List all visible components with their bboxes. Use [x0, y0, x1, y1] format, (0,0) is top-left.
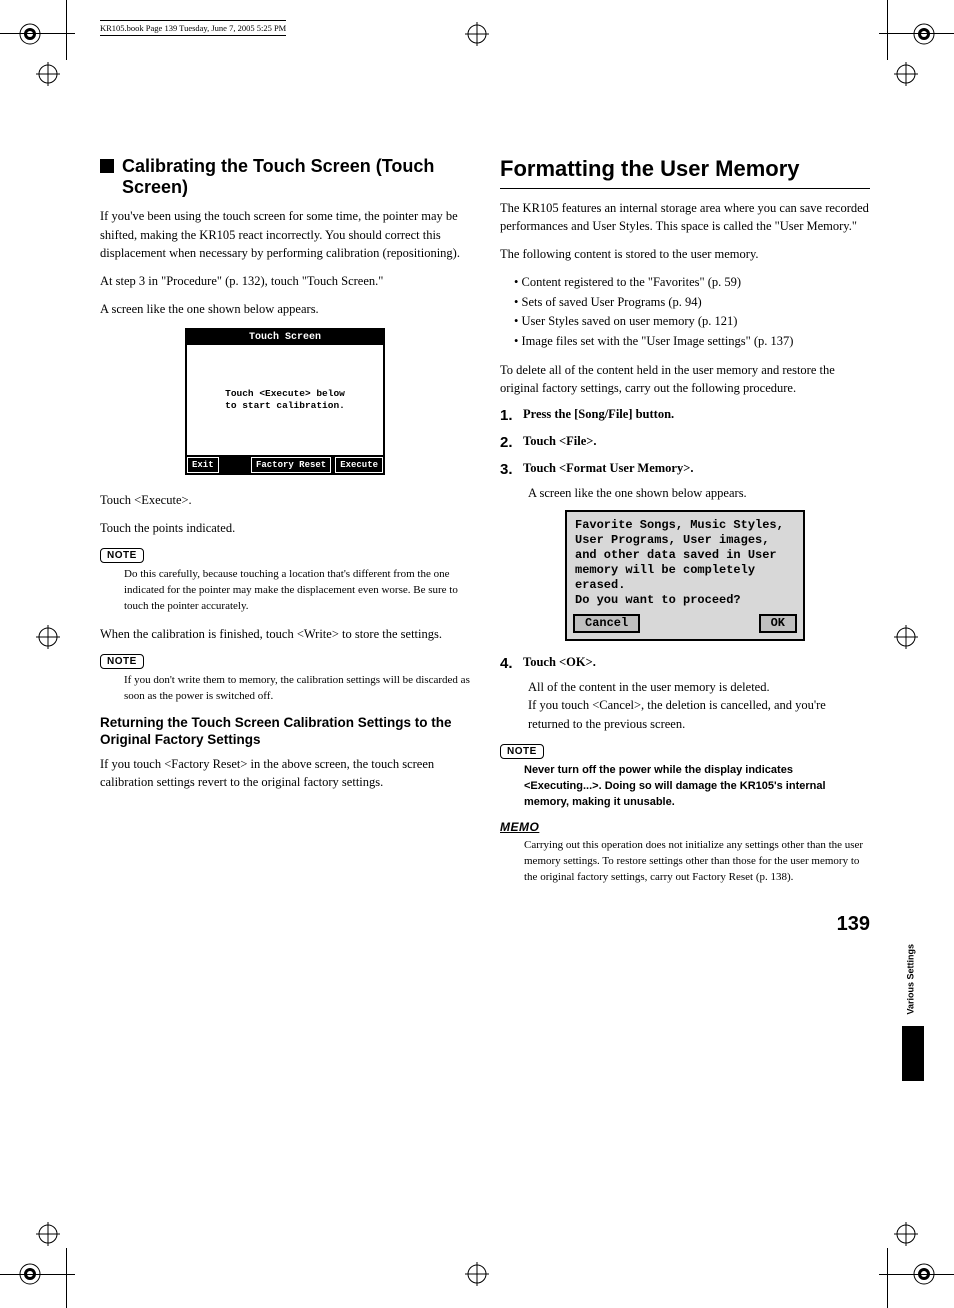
screen-body: Touch <Execute> below to start calibrati… — [187, 345, 383, 455]
paragraph: Touch <Execute>. — [100, 491, 470, 509]
paragraph: To delete all of the content held in the… — [500, 361, 870, 397]
regmark-icon — [912, 22, 936, 46]
memo-badge: MEMO — [500, 820, 539, 834]
screen-title: Touch Screen — [187, 330, 383, 345]
crop-line — [887, 0, 888, 60]
paragraph: When the calibration is finished, touch … — [100, 625, 470, 643]
crop-line — [0, 33, 75, 34]
paragraph: A screen like the one shown below appear… — [100, 300, 470, 318]
crop-line — [66, 1248, 67, 1308]
dialog-button-row: Cancel OK — [567, 612, 803, 639]
crop-line — [0, 1274, 75, 1275]
paragraph: The following content is stored to the u… — [500, 245, 870, 263]
ok-button[interactable]: OK — [759, 614, 797, 633]
subsection-heading: Returning the Touch Screen Calibration S… — [100, 715, 470, 749]
step-list: 1. Press the [Song/File] button. 2. Touc… — [500, 407, 870, 733]
list-item: Image files set with the "User Image set… — [514, 332, 870, 351]
left-column: Calibrating the Touch Screen (Touch Scre… — [100, 156, 470, 896]
screen-button-row: Exit Factory Reset Execute — [187, 455, 383, 473]
crop-line — [887, 1248, 888, 1308]
note-badge: NOTE — [100, 654, 144, 669]
paragraph: Touch the points indicated. — [100, 519, 470, 537]
step-body: A screen like the one shown below appear… — [528, 484, 870, 502]
page-content: KR105.book Page 139 Tuesday, June 7, 200… — [100, 20, 870, 896]
crosshair-icon — [894, 625, 918, 649]
step-number: 4. — [500, 655, 520, 672]
right-column: Formatting the User Memory The KR105 fea… — [500, 156, 870, 896]
list-item: User Styles saved on user memory (p. 121… — [514, 312, 870, 331]
memo-text: Carrying out this operation does not ini… — [524, 838, 870, 886]
crop-line — [66, 0, 67, 60]
note-text: Do this carefully, because touching a lo… — [124, 567, 470, 615]
heading-rule — [500, 188, 870, 189]
cancel-button[interactable]: Cancel — [573, 614, 640, 633]
step-item: 3. Touch <Format User Memory>. A screen … — [500, 461, 870, 641]
note-badge: NOTE — [100, 548, 144, 563]
crosshair-icon — [36, 625, 60, 649]
format-memory-dialog: Favorite Songs, Music Styles, User Progr… — [565, 510, 805, 641]
execute-button[interactable]: Execute — [335, 457, 383, 473]
side-tab-label: Various Settings — [906, 944, 916, 1015]
step-text: Press the [Song/File] button. — [523, 407, 674, 421]
step-text: Touch <File>. — [523, 434, 597, 448]
page-number: 139 — [837, 913, 870, 936]
square-bullet-icon — [100, 159, 114, 173]
step-number: 3. — [500, 461, 520, 478]
crop-line — [879, 33, 954, 34]
crosshair-icon — [894, 62, 918, 86]
list-item: Sets of saved User Programs (p. 94) — [514, 293, 870, 312]
paragraph: The KR105 features an internal storage a… — [500, 199, 870, 235]
paragraph: If you've been using the touch screen fo… — [100, 207, 470, 261]
step-body: All of the content in the user memory is… — [528, 678, 870, 732]
bullet-list: Content registered to the "Favorites" (p… — [514, 273, 870, 351]
exit-button[interactable]: Exit — [187, 457, 219, 473]
note-badge: NOTE — [500, 744, 544, 759]
crosshair-icon — [894, 1222, 918, 1246]
step-item: 4. Touch <OK>. All of the content in the… — [500, 655, 870, 732]
regmark-icon — [18, 22, 42, 46]
section-heading-calibrating: Calibrating the Touch Screen (Touch Scre… — [100, 156, 470, 197]
heading-text: Calibrating the Touch Screen (Touch Scre… — [122, 156, 470, 197]
step-number: 2. — [500, 434, 520, 451]
touch-screen-mock: Touch Screen Touch <Execute> below to st… — [185, 328, 385, 475]
side-tab-marker — [902, 1026, 924, 1081]
factory-reset-button[interactable]: Factory Reset — [251, 457, 331, 473]
step-number: 1. — [500, 407, 520, 424]
running-head: KR105.book Page 139 Tuesday, June 7, 200… — [100, 20, 286, 36]
note-text: If you don't write them to memory, the c… — [124, 673, 470, 705]
step-item: 2. Touch <File>. — [500, 434, 870, 451]
paragraph: If you touch <Factory Reset> in the abov… — [100, 755, 470, 791]
crosshair-icon — [36, 1222, 60, 1246]
crosshair-icon — [465, 1262, 489, 1286]
step-text: Touch <Format User Memory>. — [523, 461, 693, 475]
crop-line — [879, 1274, 954, 1275]
crosshair-icon — [36, 62, 60, 86]
paragraph: At step 3 in "Procedure" (p. 132), touch… — [100, 272, 470, 290]
dialog-message: Favorite Songs, Music Styles, User Progr… — [567, 512, 803, 612]
note-text: Never turn off the power while the displ… — [524, 763, 870, 811]
step-text: Touch <OK>. — [523, 655, 596, 669]
step-item: 1. Press the [Song/File] button. — [500, 407, 870, 424]
section-heading-formatting: Formatting the User Memory — [500, 156, 870, 182]
list-item: Content registered to the "Favorites" (p… — [514, 273, 870, 292]
